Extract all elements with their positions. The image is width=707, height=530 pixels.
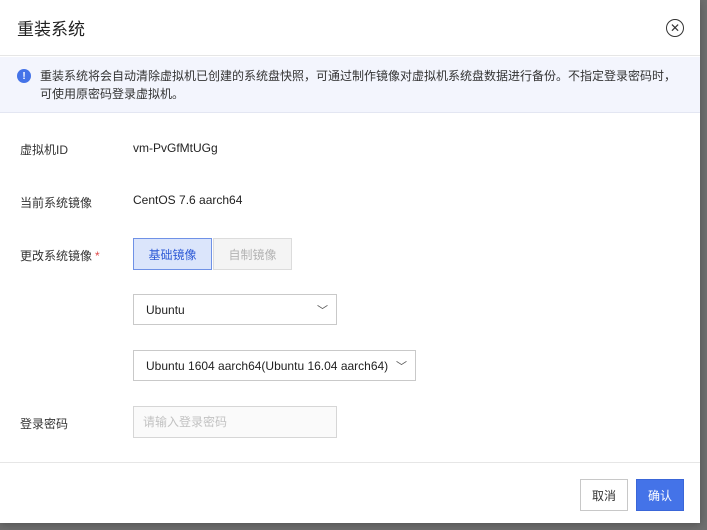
version-select-value: Ubuntu 1604 aarch64(Ubuntu 16.04 aarch64… <box>146 358 389 373</box>
chevron-down-icon: ﹀ <box>396 360 407 373</box>
chevron-down-icon: ﹀ <box>317 304 328 317</box>
current-image-label: 当前系统镜像 <box>20 196 93 210</box>
confirm-button[interactable]: 确认 <box>636 479 684 511</box>
cancel-button[interactable]: 取消 <box>580 479 628 511</box>
reinstall-system-dialog: 重装系统 ✕ ! 重装系统将会自动清除虚拟机已创建的系统盘快照，可通过制作镜像对… <box>0 0 700 523</box>
version-select[interactable]: Ubuntu 1604 aarch64(Ubuntu 16.04 aarch64… <box>133 350 416 381</box>
dialog-header: 重装系统 ✕ <box>0 0 700 56</box>
password-input[interactable] <box>133 406 337 438</box>
current-image-value: CentOS 7.6 aarch64 <box>133 193 243 207</box>
dialog-title: 重装系统 <box>17 20 85 39</box>
close-icon[interactable]: ✕ <box>666 18 684 37</box>
info-text: 重装系统将会自动清除虚拟机已创建的系统盘快照，可通过制作镜像对虚拟机系统盘数据进… <box>40 69 677 101</box>
image-type-tabs: 基础镜像 自制镜像 <box>133 238 292 270</box>
os-select-value: Ubuntu <box>146 302 185 317</box>
info-banner: ! 重装系统将会自动清除虚拟机已创建的系统盘快照，可通过制作镜像对虚拟机系统盘数… <box>0 57 700 113</box>
info-icon: ! <box>17 69 31 83</box>
os-select[interactable]: Ubuntu ﹀ <box>133 294 337 325</box>
change-image-label-text: 更改系统镜像 <box>20 249 93 263</box>
change-image-label: 更改系统镜像 * <box>20 247 100 264</box>
vm-id-label: 虚拟机ID <box>20 143 69 157</box>
password-label: 登录密码 <box>20 417 69 431</box>
dialog-footer: 取消 确认 <box>0 462 700 523</box>
tab-basic-image[interactable]: 基础镜像 <box>133 238 212 270</box>
vm-id-value: vm-PvGfMtUGg <box>133 141 218 155</box>
tab-custom-image[interactable]: 自制镜像 <box>213 238 292 270</box>
required-mark: * <box>95 249 100 263</box>
